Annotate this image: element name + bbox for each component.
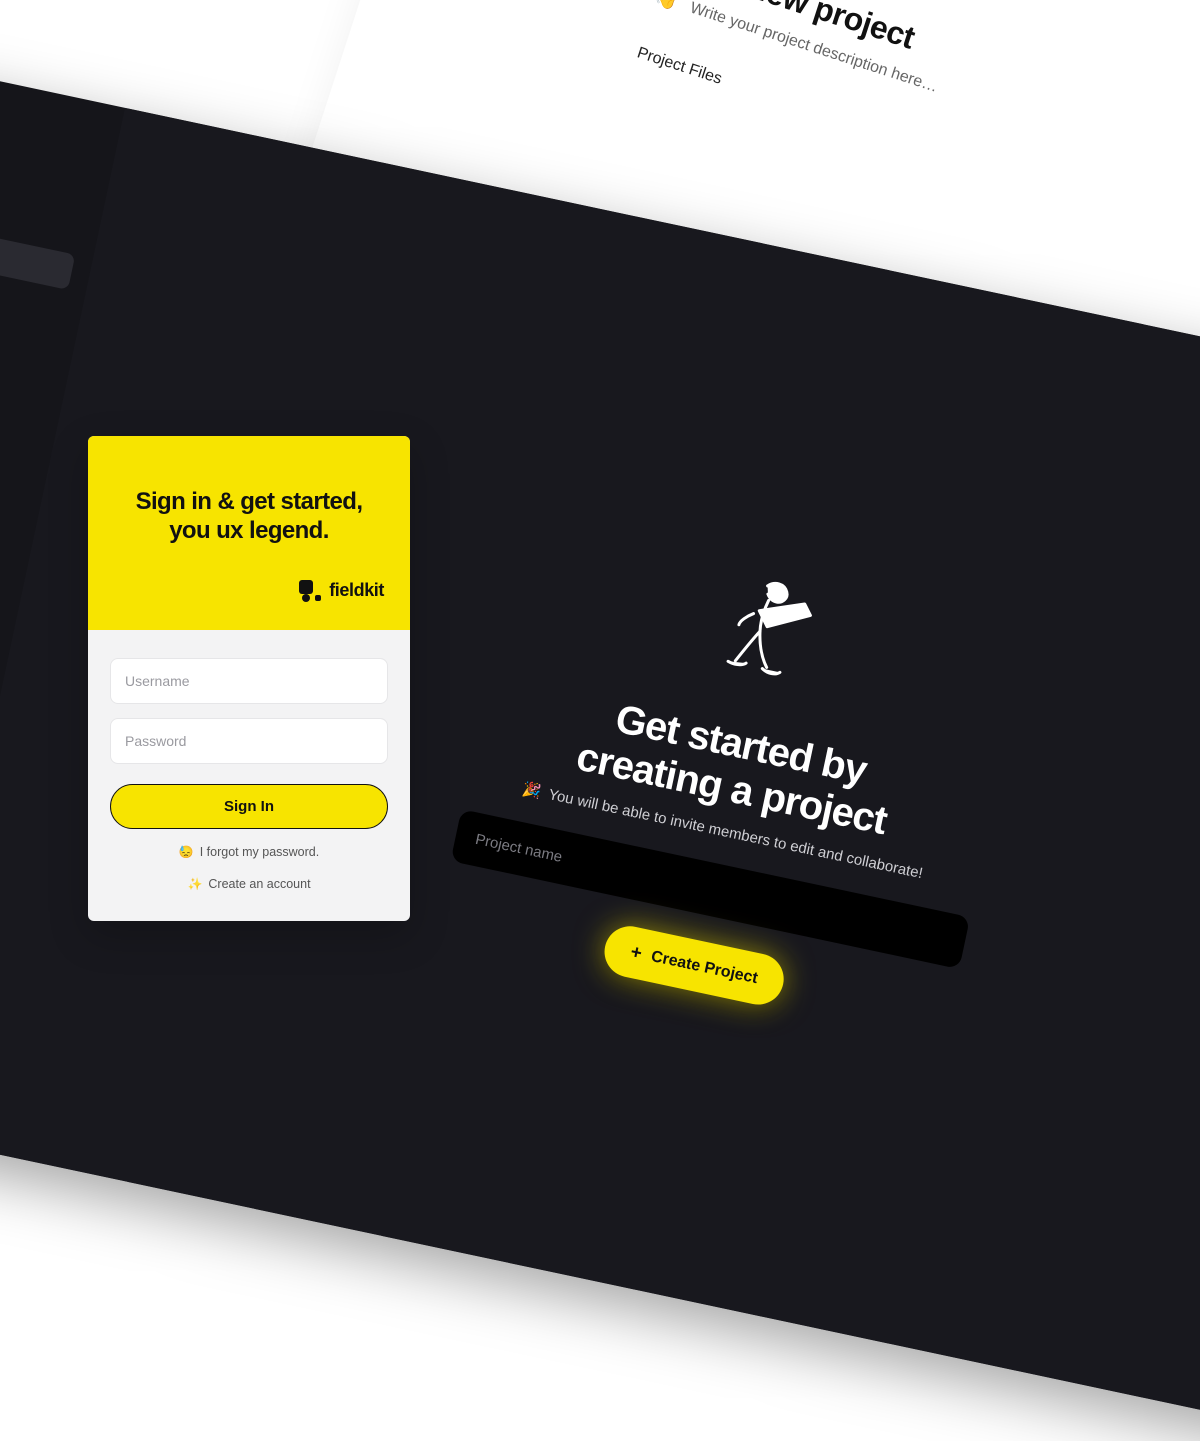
forgot-password-link[interactable]: 😓 I forgot my password.: [110, 845, 388, 859]
empty-state: Get started by creating a project 🎉 You …: [434, 513, 1033, 1044]
username-input[interactable]: [110, 658, 388, 704]
create-project-label: Create Project: [649, 948, 759, 988]
brand-logo-icon: [299, 580, 321, 602]
onboarding-illustration-icon: [687, 554, 842, 713]
signin-form: Sign In 😓 I forgot my password. ✨ Create…: [88, 630, 410, 921]
sidebar-item-projects[interactable]: Projects: [0, 173, 84, 249]
party-popper-icon: 🎉: [521, 780, 543, 801]
signin-headline: Sign in & get started, you ux legend.: [114, 488, 384, 546]
create-project-button[interactable]: + Create Project: [600, 922, 788, 1010]
brand[interactable]: fieldkit: [0, 85, 103, 147]
wave-icon: 👋: [653, 0, 681, 13]
brand-name: fieldkit: [329, 580, 384, 601]
sparkles-icon: ✨: [187, 877, 202, 891]
signin-brand: fieldkit: [114, 580, 384, 602]
signin-card: Sign in & get started, you ux legend. fi…: [88, 436, 410, 921]
signin-hero: Sign in & get started, you ux legend. fi…: [88, 436, 410, 630]
sad-emoji-icon: 😓: [179, 845, 194, 859]
signin-button[interactable]: Sign In: [110, 784, 388, 829]
create-account-link[interactable]: ✨ Create an account: [110, 877, 388, 891]
password-input[interactable]: [110, 718, 388, 764]
plus-icon: +: [629, 943, 644, 964]
onboarding-heading: Get started by creating a project: [573, 690, 900, 843]
